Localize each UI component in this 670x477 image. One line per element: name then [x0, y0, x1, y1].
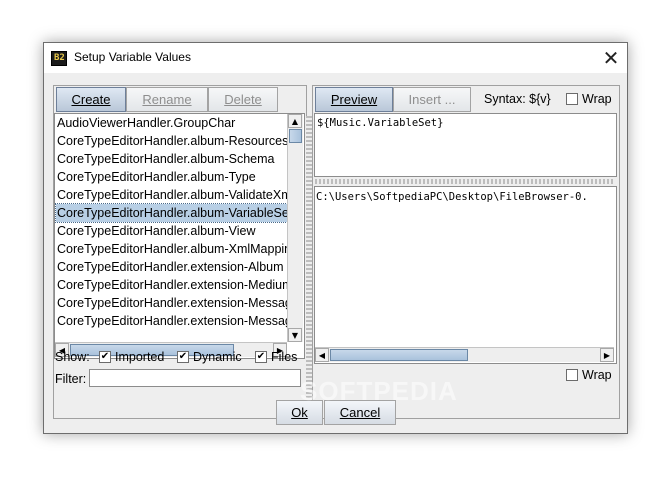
- variables-list-box: AudioViewerHandler.GroupChar CoreTypeEdit…: [54, 113, 305, 359]
- result-scroll-thumb[interactable]: [330, 349, 468, 361]
- list-item[interactable]: CoreTypeEditorHandler.extension-Message: [56, 294, 287, 312]
- show-label: Show:: [55, 350, 90, 364]
- expression-text: ${Music.VariableSet}: [317, 117, 444, 129]
- expression-editor[interactable]: ${Music.VariableSet}: [314, 113, 617, 177]
- wrap-bottom-label: Wrap: [582, 368, 612, 382]
- dynamic-label: Dynamic: [193, 350, 242, 364]
- horizontal-splitter[interactable]: [315, 179, 615, 184]
- list-item[interactable]: AudioViewerHandler.GroupChar: [56, 114, 287, 132]
- list-item[interactable]: CoreTypeEditorHandler.album-XmlMapping: [56, 240, 287, 258]
- result-box: C:\Users\SoftpediaPC\Desktop\FileBrowser…: [314, 186, 617, 364]
- wrap-top-label: Wrap: [582, 92, 612, 106]
- rename-button[interactable]: Rename: [126, 87, 208, 112]
- list-vertical-scrollbar[interactable]: ▲ ▼: [287, 114, 303, 342]
- result-text-area[interactable]: C:\Users\SoftpediaPC\Desktop\FileBrowser…: [315, 187, 614, 347]
- list-item[interactable]: CoreTypeEditorHandler.extension-Album: [56, 258, 287, 276]
- syntax-label: Syntax: ${v}: [484, 92, 551, 106]
- scroll-down-icon[interactable]: ▼: [288, 328, 302, 342]
- variables-list[interactable]: AudioViewerHandler.GroupChar CoreTypeEdit…: [55, 114, 287, 342]
- list-item[interactable]: CoreTypeEditorHandler.album-VariableSet: [55, 203, 287, 223]
- list-item[interactable]: CoreTypeEditorHandler.extension-Message: [56, 312, 287, 330]
- scroll-up-icon[interactable]: ▲: [288, 114, 302, 128]
- title-bar[interactable]: B2 Setup Variable Values ✕: [44, 43, 627, 73]
- result-horizontal-scrollbar[interactable]: ◀ ▶: [315, 347, 614, 362]
- list-item[interactable]: CoreTypeEditorHandler.album-ValidateXml: [56, 186, 287, 204]
- list-horizontal-scrollbar[interactable]: ◀ ▶: [55, 342, 287, 357]
- result-scroll-right-icon[interactable]: ▶: [600, 348, 614, 362]
- list-item[interactable]: CoreTypeEditorHandler.album-View: [56, 222, 287, 240]
- files-checkbox[interactable]: ✔: [255, 351, 267, 363]
- close-icon[interactable]: ✕: [597, 45, 625, 71]
- create-button[interactable]: Create: [56, 87, 126, 112]
- preview-button[interactable]: Preview: [315, 87, 393, 112]
- watermark-text: SOFTPEDIA: [300, 376, 458, 406]
- imported-label: Imported: [115, 350, 165, 364]
- files-label: Files: [271, 350, 298, 364]
- app-icon: B2: [51, 51, 67, 66]
- imported-checkbox[interactable]: ✔: [99, 351, 111, 363]
- list-item[interactable]: CoreTypeEditorHandler.extension-Medium: [56, 276, 287, 294]
- list-item[interactable]: CoreTypeEditorHandler.album-Type: [56, 168, 287, 186]
- list-item[interactable]: CoreTypeEditorHandler.album-Resources: [56, 132, 287, 150]
- filter-input[interactable]: [89, 369, 301, 387]
- wrap-bottom-checkbox[interactable]: [566, 369, 578, 381]
- list-item[interactable]: CoreTypeEditorHandler.album-Schema: [56, 150, 287, 168]
- insert-button[interactable]: Insert ...: [393, 87, 471, 112]
- dynamic-checkbox[interactable]: ✔: [177, 351, 189, 363]
- vertical-scroll-thumb[interactable]: [289, 129, 302, 143]
- result-scroll-left-icon[interactable]: ◀: [315, 348, 329, 362]
- result-text: C:\Users\SoftpediaPC\Desktop\FileBrowser…: [316, 191, 588, 203]
- wrap-top-checkbox[interactable]: [566, 93, 578, 105]
- delete-button[interactable]: Delete: [208, 87, 278, 112]
- window-title: Setup Variable Values: [74, 50, 191, 64]
- filter-label: Filter:: [55, 372, 87, 386]
